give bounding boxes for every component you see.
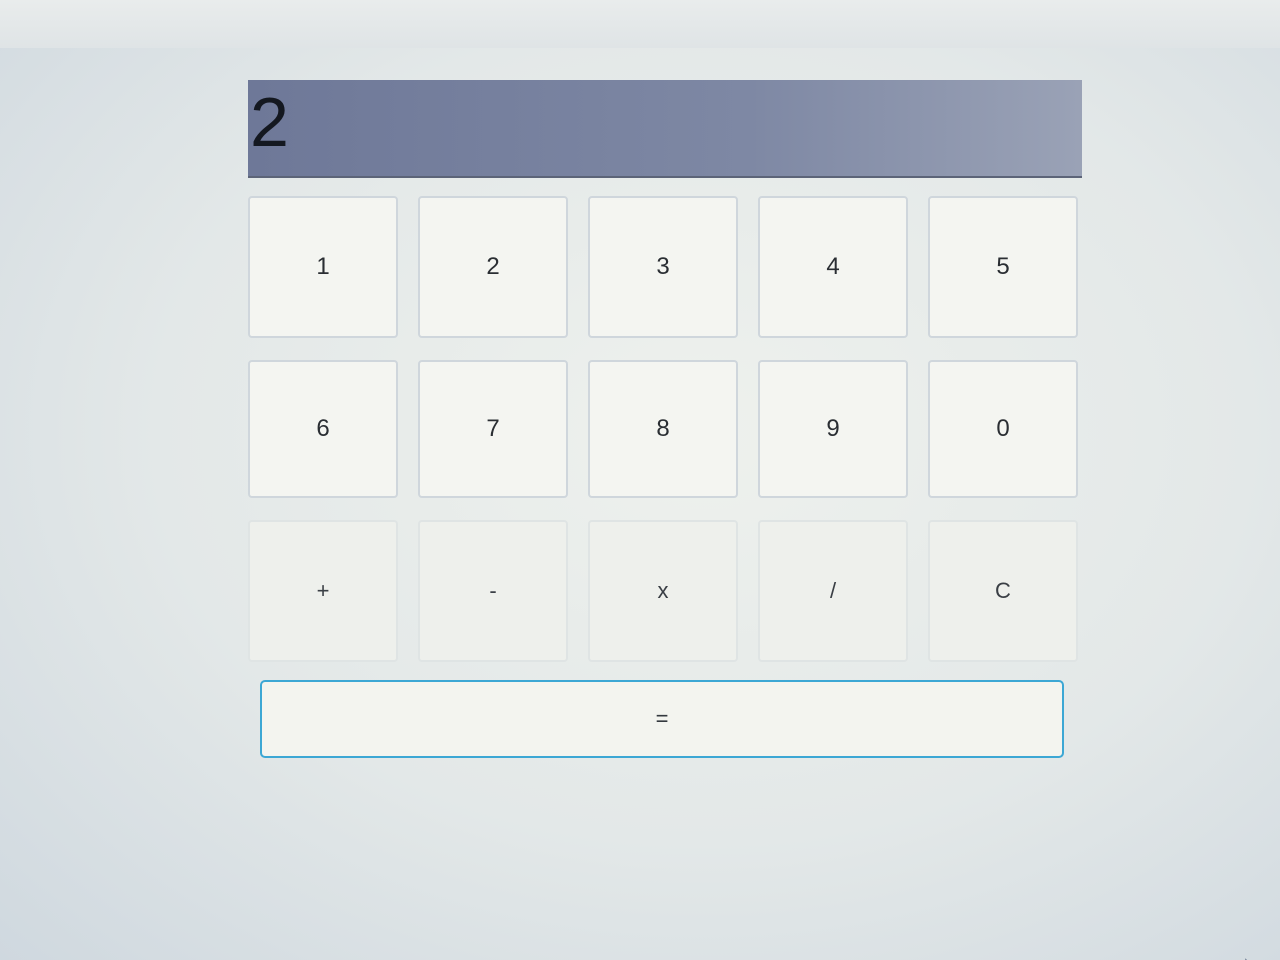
display-value: 2: [250, 83, 289, 161]
key-0[interactable]: 0: [928, 360, 1078, 498]
calculator: 2 1 2 3 4 5 6 7 8 9 0 + - x / C =: [248, 80, 1084, 758]
multiply-button[interactable]: x: [588, 520, 738, 662]
key-1[interactable]: 1: [248, 196, 398, 338]
key-9[interactable]: 9: [758, 360, 908, 498]
key-8[interactable]: 8: [588, 360, 738, 498]
subtract-button[interactable]: -: [418, 520, 568, 662]
mouse-pointer-icon: [1244, 930, 1264, 960]
keypad: 1 2 3 4 5 6 7 8 9 0 + - x / C: [248, 196, 1084, 662]
equals-button[interactable]: =: [260, 680, 1064, 758]
key-3[interactable]: 3: [588, 196, 738, 338]
divide-button[interactable]: /: [758, 520, 908, 662]
key-4[interactable]: 4: [758, 196, 908, 338]
key-2[interactable]: 2: [418, 196, 568, 338]
screen: 2 1 2 3 4 5 6 7 8 9 0 + - x / C =: [0, 0, 1280, 960]
clear-button[interactable]: C: [928, 520, 1078, 662]
add-button[interactable]: +: [248, 520, 398, 662]
key-5[interactable]: 5: [928, 196, 1078, 338]
key-7[interactable]: 7: [418, 360, 568, 498]
calculator-display: 2: [248, 80, 1082, 178]
top-strip: [0, 0, 1280, 48]
key-6[interactable]: 6: [248, 360, 398, 498]
